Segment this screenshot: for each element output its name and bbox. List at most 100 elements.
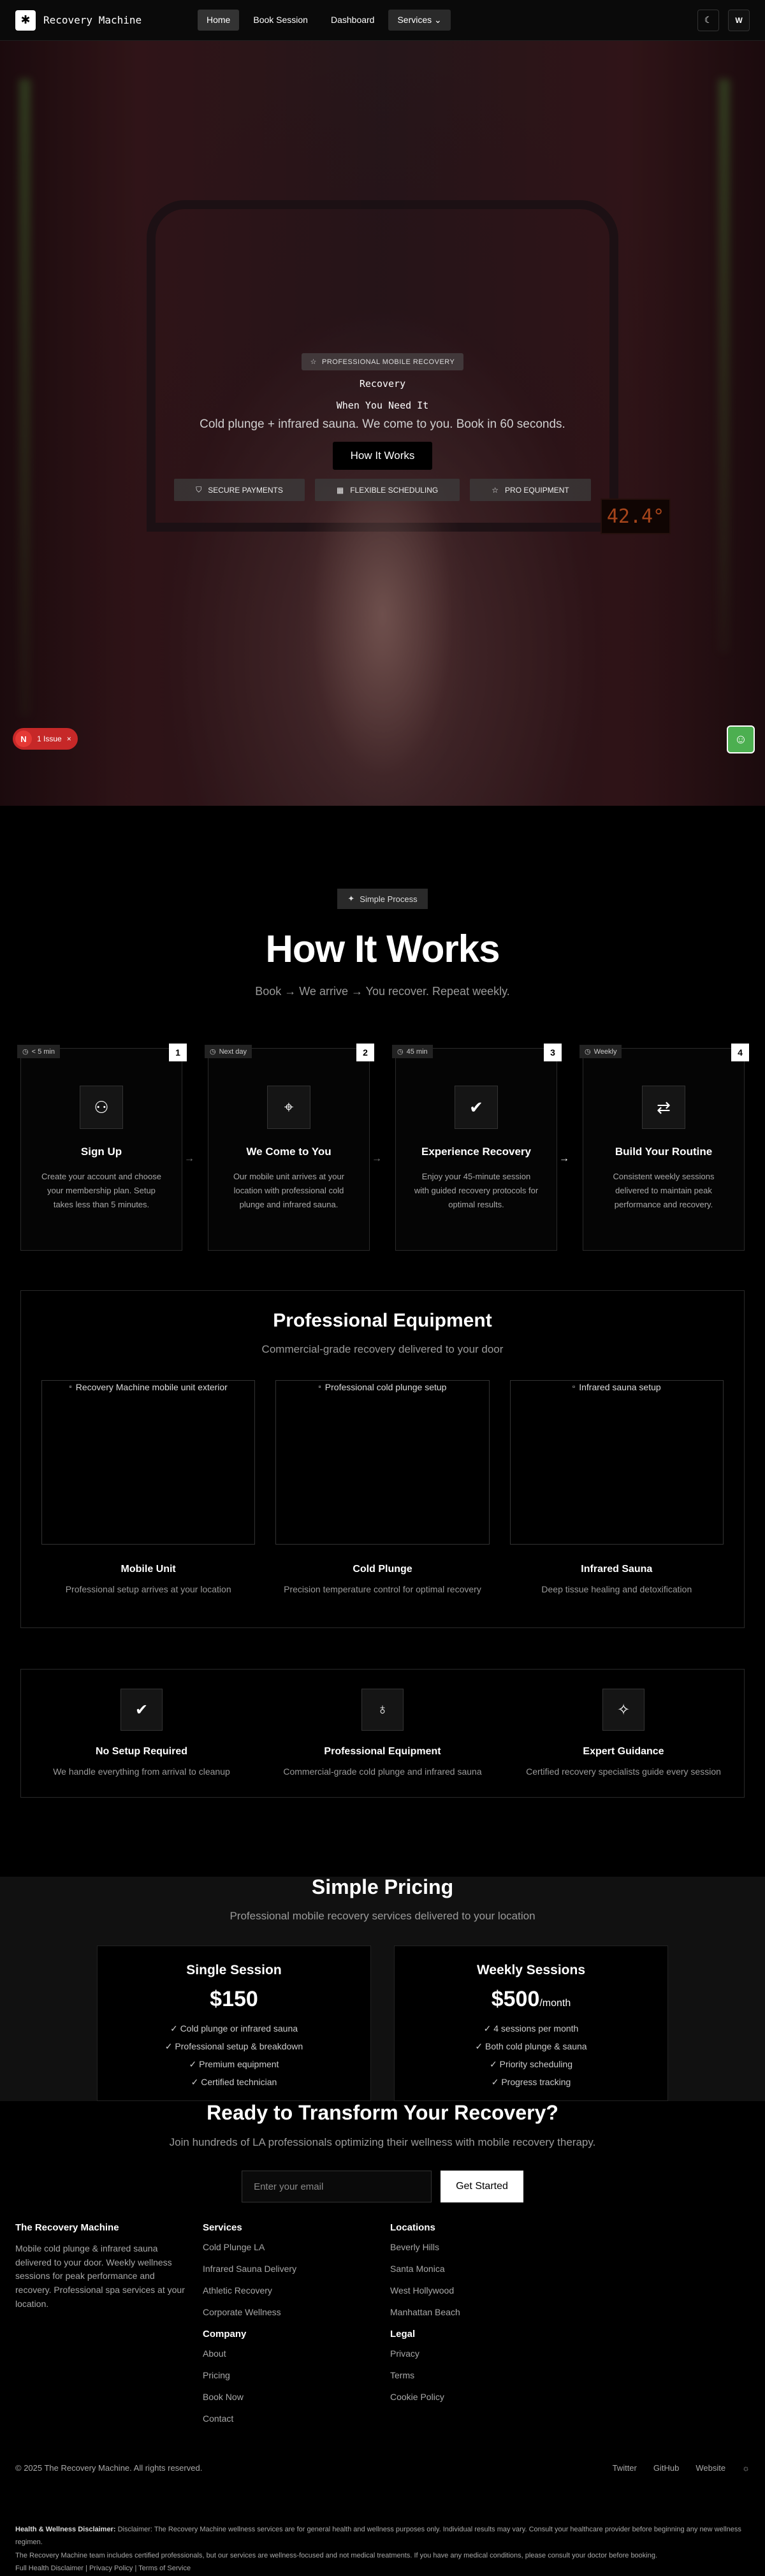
- footer-link[interactable]: Cold Plunge LA: [203, 2242, 390, 2252]
- map-pin-icon: ⌖: [267, 1086, 310, 1129]
- benefit-item: ✔ No Setup Required We handle everything…: [21, 1689, 262, 1797]
- nav-book-session[interactable]: Book Session: [244, 10, 317, 31]
- get-started-button[interactable]: Get Started: [441, 2171, 523, 2202]
- equipment-description: Precision temperature control for optima…: [284, 1584, 481, 1594]
- next-logo-icon: N: [15, 731, 32, 747]
- equipment-title: Professional Equipment: [273, 1310, 492, 1331]
- disclaimer-text-2: The Recovery Machine team includes certi…: [15, 2551, 658, 2559]
- plan-feature: ✓ 4 sessions per month: [483, 2023, 579, 2034]
- brand-name: Recovery Machine: [43, 14, 142, 26]
- section-tag: ✦ Simple Process: [337, 889, 428, 909]
- nav-dashboard[interactable]: Dashboard: [322, 10, 384, 31]
- plan-feature: ✓ Progress tracking: [491, 2077, 571, 2087]
- chat-widget-icon[interactable]: ☺: [727, 725, 755, 753]
- step-description: Create your account and choose your memb…: [41, 1172, 161, 1210]
- moon-icon[interactable]: ☾: [697, 9, 719, 31]
- equipment-panel: Professional Equipment Commercial-grade …: [20, 1290, 745, 1628]
- step-duration: ◷ 45 min: [392, 1045, 433, 1058]
- step-title: We Come to You: [246, 1146, 332, 1158]
- footer-heading: Locations: [390, 2222, 435, 2233]
- check-circle-icon: ✔: [120, 1689, 163, 1731]
- footer-link[interactable]: Privacy: [390, 2348, 578, 2359]
- equipment-description: Professional setup arrives at your locat…: [65, 1584, 231, 1594]
- image-alt-text: Recovery Machine mobile unit exterior: [75, 1382, 228, 1392]
- plan-name: Single Session: [186, 1963, 282, 1977]
- benefit-description: Certified recovery specialists guide eve…: [526, 1766, 721, 1777]
- step-description: Our mobile unit arrives at your location…: [233, 1172, 345, 1210]
- image-alt-text: Professional cold plunge setup: [324, 1382, 447, 1392]
- award-icon: ♁: [361, 1689, 404, 1731]
- step-card: ◷ Next day 2 ⌖ We Come to You Our mobile …: [205, 1044, 374, 1251]
- github-link[interactable]: GitHub: [653, 2463, 679, 2473]
- twitter-link[interactable]: Twitter: [613, 2463, 637, 2473]
- clock-icon: ◷: [210, 1048, 216, 1056]
- footer-link[interactable]: Manhattan Beach: [390, 2307, 578, 2317]
- footer-link[interactable]: Beverly Hills: [390, 2242, 578, 2252]
- nav-services-dropdown[interactable]: Services ⌄: [388, 10, 451, 31]
- nav-home[interactable]: Home: [198, 10, 240, 31]
- footer-link[interactable]: Contact: [203, 2413, 390, 2424]
- equipment-card: ▫ Professional cold plunge setup Cold Plu…: [275, 1380, 490, 1594]
- image-alt-text: Infrared sauna setup: [579, 1382, 661, 1392]
- clock-icon: ◷: [585, 1048, 591, 1056]
- benefit-title: Expert Guidance: [583, 1746, 664, 1757]
- broken-image-icon: ▫: [69, 1382, 72, 1391]
- footer-link[interactable]: Terms: [390, 2370, 578, 2380]
- cta-section: Ready to Transform Your Recovery? Join h…: [0, 2101, 765, 2213]
- star-icon: ☆: [310, 358, 317, 366]
- footer-link[interactable]: Book Now: [203, 2392, 390, 2402]
- footer-link[interactable]: Athletic Recovery: [203, 2285, 390, 2296]
- footer-link[interactable]: Infrared Sauna Delivery: [203, 2264, 390, 2274]
- calendar-icon: ▦: [336, 485, 344, 495]
- step-number: 3: [544, 1044, 562, 1061]
- clock-icon: ◷: [397, 1048, 404, 1056]
- plan-card-single[interactable]: Single Session $150 ✓ Cold plunge or inf…: [97, 1946, 371, 2101]
- feature-label: SECURE PAYMENTS: [208, 485, 283, 495]
- cta-title: Ready to Transform Your Recovery?: [207, 2101, 558, 2124]
- website-link[interactable]: Website: [696, 2463, 725, 2473]
- step-title: Build Your Routine: [615, 1146, 713, 1158]
- broken-image-icon: ▫: [572, 1382, 576, 1391]
- footer-link[interactable]: Cookie Policy: [390, 2392, 578, 2402]
- email-input[interactable]: [242, 2171, 432, 2202]
- step-number: 1: [169, 1044, 187, 1061]
- footer-link[interactable]: Pricing: [203, 2370, 390, 2380]
- arrow-right-icon: →: [372, 1153, 382, 1164]
- user-plus-icon: ⚇: [80, 1086, 123, 1129]
- how-it-works-button[interactable]: How It Works: [332, 442, 433, 470]
- equipment-image: ▫ Professional cold plunge setup: [275, 1380, 490, 1545]
- footer-link[interactable]: Corporate Wellness: [203, 2307, 390, 2317]
- equipment-name: Cold Plunge: [353, 1564, 412, 1575]
- equipment-image: ▫ Infrared sauna setup: [509, 1380, 724, 1545]
- hero-badge: ☆ PROFESSIONAL MOBILE RECOVERY: [301, 353, 464, 370]
- plan-feature: ✓ Premium equipment: [189, 2059, 279, 2069]
- section-subtitle: Book → We arrive → You recover. Repeat w…: [255, 985, 510, 998]
- equipment-card: ▫ Recovery Machine mobile unit exterior M…: [41, 1380, 256, 1594]
- issues-badge[interactable]: N 1 Issue ×: [13, 728, 78, 750]
- step-duration: ◷ Next day: [205, 1045, 252, 1058]
- hero-section: 42.4° ☆ PROFESSIONAL MOBILE RECOVERY Rec…: [0, 41, 765, 806]
- equipment-description: Deep tissue healing and detoxification: [541, 1584, 692, 1594]
- sun-icon[interactable]: ☼: [742, 2463, 750, 2473]
- equipment-name: Mobile Unit: [120, 1564, 176, 1575]
- step-card: ◷ 45 min 3 ✔ Experience Recovery Enjoy yo…: [392, 1044, 562, 1251]
- close-icon[interactable]: ×: [67, 734, 71, 743]
- pricing-subtitle: Professional mobile recovery services de…: [229, 1910, 536, 1922]
- plan-feature: ✓ Cold plunge or infrared sauna: [170, 2023, 298, 2034]
- plan-price-amount: $500: [491, 1987, 540, 2011]
- plan-card-weekly[interactable]: Weekly Sessions $500/month ✓ 4 sessions …: [394, 1946, 668, 2101]
- footer-link[interactable]: Santa Monica: [390, 2264, 578, 2274]
- brand-logo[interactable]: ✱ Recovery Machine: [15, 10, 175, 31]
- arrow-right-icon: →: [559, 1153, 569, 1164]
- footer-link[interactable]: About: [203, 2348, 390, 2359]
- footer-link[interactable]: West Hollywood: [390, 2285, 578, 2296]
- plan-price-amount: $150: [210, 1987, 258, 2011]
- star-icon: ☆: [492, 485, 499, 495]
- plan-price: $500/month: [492, 1987, 571, 2012]
- issues-label: 1 Issue: [37, 734, 62, 743]
- clock-icon: ◷: [22, 1048, 29, 1056]
- user-avatar[interactable]: W: [728, 9, 750, 31]
- disclaimer-label: Health & Wellness Disclaimer:: [15, 2526, 116, 2533]
- disclaimer-links[interactable]: Full Health Disclaimer | Privacy Policy …: [15, 2562, 750, 2575]
- top-nav: ✱ Recovery Machine Home Book Session Das…: [0, 0, 765, 41]
